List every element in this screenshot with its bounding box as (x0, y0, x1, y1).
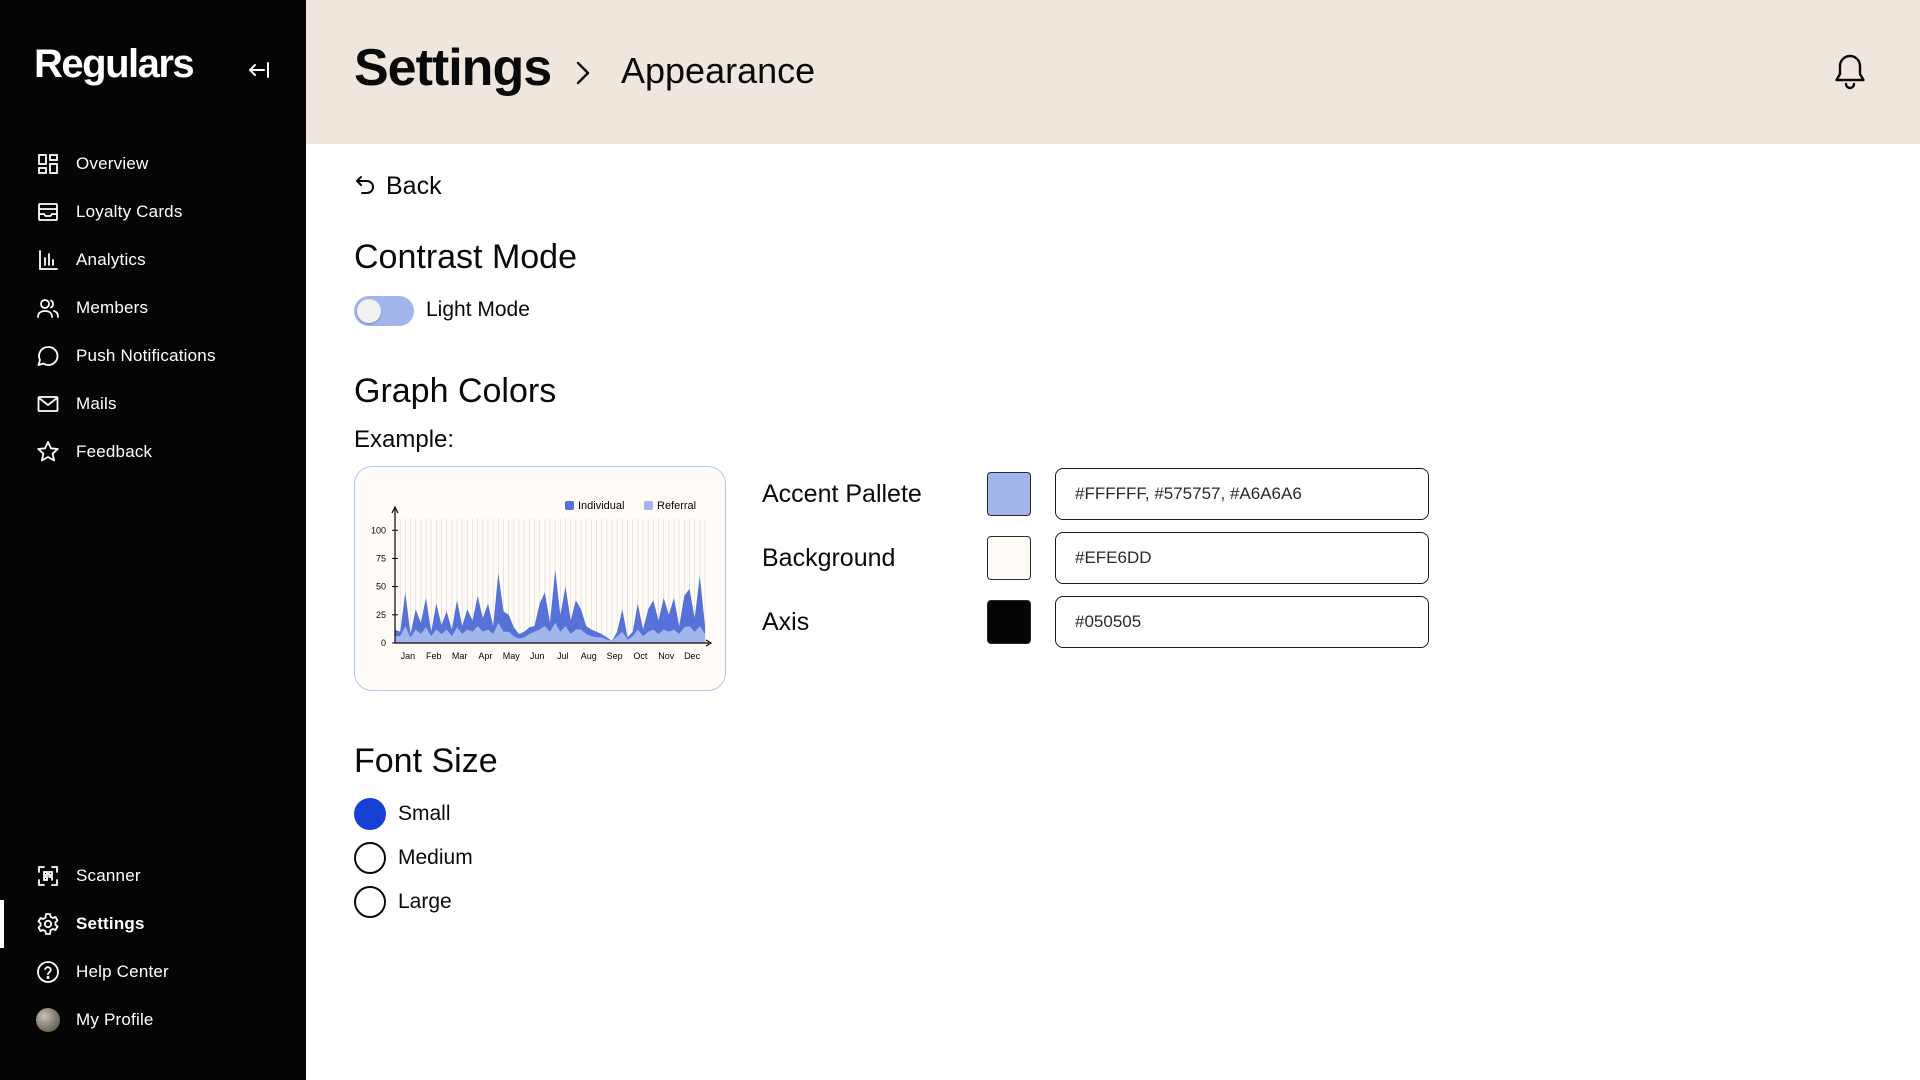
y-tick-label: 50 (376, 582, 386, 592)
radio-label-small: Small (398, 802, 451, 825)
example-label: Example: (354, 426, 455, 453)
breadcrumb-settings[interactable]: Settings (354, 38, 552, 98)
sidebar-item-analytics[interactable]: Analytics (0, 236, 306, 284)
help-circle-icon (36, 960, 60, 984)
y-tick-label: 0 (381, 638, 386, 648)
example-chart: 0 25 50 75 100 Jan Feb Mar Apr May Jun Jul Aug Sep Oct… (371, 500, 713, 661)
x-tick-label: Aug (581, 651, 597, 661)
background-color-label: Background (762, 544, 896, 572)
accent-palette-label: Accent Pallete (762, 480, 922, 508)
sidebar-item-label: Help Center (76, 962, 169, 981)
sidebar-item-label: Feedback (76, 442, 153, 461)
accent-palette-input[interactable] (1055, 468, 1429, 520)
toggle-label: Light Mode (426, 298, 530, 321)
scan-icon (36, 864, 60, 888)
contrast-mode-title: Contrast Mode (354, 238, 577, 276)
toggle-knob (357, 299, 381, 323)
sidebar-item-feedback[interactable]: Feedback (0, 428, 306, 476)
radio-large[interactable] (354, 886, 386, 918)
breadcrumb-appearance: Appearance (621, 50, 816, 91)
x-tick-label: Oct (633, 651, 648, 661)
grid-icon (36, 152, 60, 176)
legend-label-individual: Individual (578, 500, 624, 512)
mail-icon (36, 392, 60, 416)
light-mode-toggle[interactable] (354, 296, 414, 326)
sidebar-item-label: Members (76, 298, 149, 317)
back-label: Back (386, 172, 442, 200)
sidebar-item-scanner[interactable]: Scanner (0, 852, 306, 900)
sidebar-item-members[interactable]: Members (0, 284, 306, 332)
sidebar-item-label: My Profile (76, 1010, 154, 1029)
sidebar-item-help-center[interactable]: Help Center (0, 948, 306, 996)
inbox-icon (36, 200, 60, 224)
chat-bubble-icon (36, 344, 60, 368)
sidebar-item-overview[interactable]: Overview (0, 140, 306, 188)
example-chart-card: 0 25 50 75 100 Jan Feb Mar Apr May Jun Jul Aug Sep Oct… (354, 466, 726, 691)
axis-color-input[interactable] (1055, 596, 1429, 648)
page-header: Settings Appearance (306, 0, 1920, 144)
star-icon (36, 440, 60, 464)
legend-label-referral: Referral (657, 500, 696, 512)
font-size-option-medium[interactable]: Medium (354, 842, 473, 874)
accent-palette-swatch[interactable] (987, 472, 1031, 516)
axis-color-row: Axis (762, 596, 1432, 648)
accent-palette-row: Accent Pallete (762, 468, 1432, 520)
sidebar-item-label: Push Notifications (76, 346, 216, 365)
background-color-swatch[interactable] (987, 536, 1031, 580)
radio-small[interactable] (354, 798, 386, 830)
sidebar-nav: Overview Loyalty Cards Analytics Members… (0, 140, 306, 476)
x-tick-label: Nov (658, 651, 675, 661)
sidebar-item-label: Scanner (76, 866, 141, 885)
gear-icon (36, 912, 60, 936)
brand-logo: Regulars (34, 42, 195, 86)
users-icon (36, 296, 60, 320)
graph-colors-title: Graph Colors (354, 372, 557, 410)
back-button[interactable]: Back (354, 172, 442, 201)
x-tick-label: Dec (684, 651, 701, 661)
sidebar-item-loyalty-cards[interactable]: Loyalty Cards (0, 188, 306, 236)
sidebar-item-my-profile[interactable]: My Profile (0, 996, 306, 1044)
x-tick-label: Jul (557, 651, 569, 661)
legend-swatch-referral (644, 501, 653, 510)
background-color-row: Background (762, 532, 1432, 584)
axis-color-label: Axis (762, 608, 810, 636)
sidebar-item-label: Overview (76, 154, 149, 173)
background-color-input[interactable] (1055, 532, 1429, 584)
x-tick-label: May (503, 651, 521, 661)
radio-label-medium: Medium (398, 846, 473, 869)
bar-chart-icon (36, 248, 60, 272)
avatar (36, 1008, 60, 1032)
sidebar-item-label: Loyalty Cards (76, 202, 183, 221)
chevron-right-icon (570, 58, 594, 88)
x-tick-label: Apr (478, 651, 492, 661)
x-tick-label: Mar (452, 651, 468, 661)
sidebar-item-label: Settings (76, 914, 145, 933)
x-tick-label: Feb (426, 651, 442, 661)
collapse-sidebar-icon[interactable] (244, 56, 272, 84)
y-tick-label: 25 (376, 610, 386, 620)
sidebar-item-mails[interactable]: Mails (0, 380, 306, 428)
x-tick-label: Jun (530, 651, 545, 661)
font-size-option-large[interactable]: Large (354, 886, 452, 918)
bell-icon[interactable] (1832, 52, 1868, 90)
sidebar-item-label: Mails (76, 394, 117, 413)
axis-color-swatch[interactable] (987, 600, 1031, 644)
radio-label-large: Large (398, 890, 452, 913)
undo-arrow-icon (354, 173, 376, 200)
font-size-option-small[interactable]: Small (354, 798, 451, 830)
sidebar: Regulars Overview Loyalty Cards Analytic… (0, 0, 306, 1080)
sidebar-item-settings[interactable]: Settings (0, 900, 306, 948)
font-size-title: Font Size (354, 742, 498, 780)
sidebar-bottom-nav: Scanner Settings Help Center My Profile (0, 852, 306, 1044)
x-tick-label: Jan (401, 651, 416, 661)
y-tick-label: 100 (371, 525, 386, 535)
x-tick-label: Sep (607, 651, 623, 661)
radio-medium[interactable] (354, 842, 386, 874)
sidebar-item-label: Analytics (76, 250, 146, 269)
sidebar-item-push-notifications[interactable]: Push Notifications (0, 332, 306, 380)
legend-swatch-individual (565, 501, 574, 510)
y-tick-label: 75 (376, 553, 386, 563)
